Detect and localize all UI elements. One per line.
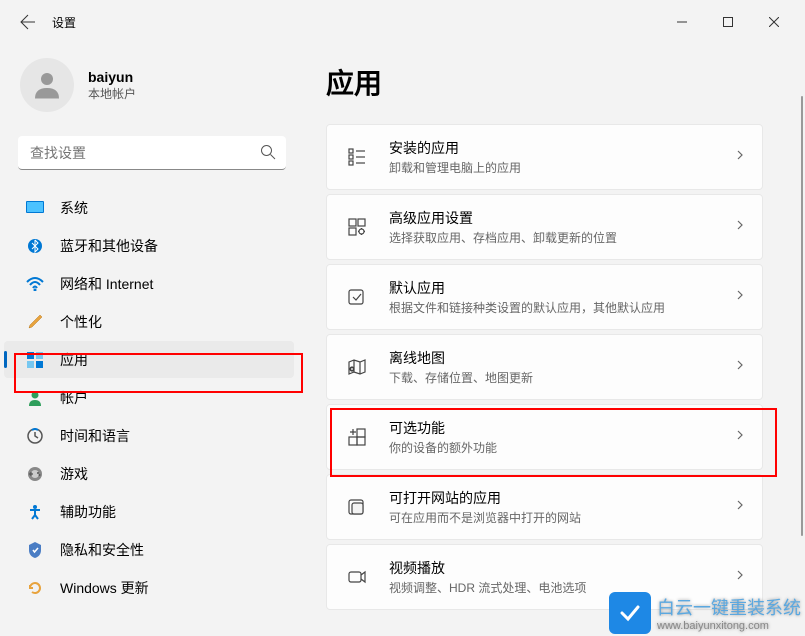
offline-maps-icon	[345, 355, 369, 379]
chevron-right-icon	[734, 288, 746, 306]
sidebar-item-personalize[interactable]: 个性化	[4, 303, 294, 340]
option-title: 可选功能	[389, 418, 734, 438]
installed-apps-icon	[345, 145, 369, 169]
apps-icon	[26, 351, 44, 369]
option-optional-features[interactable]: 可选功能你的设备的额外功能	[326, 404, 763, 470]
option-desc: 下载、存储位置、地图更新	[389, 369, 734, 386]
sidebar: baiyun 本地帐户 系统 蓝牙和其他设备 网络和 Internet	[0, 44, 304, 636]
chevron-right-icon	[734, 148, 746, 166]
option-offline-maps[interactable]: 离线地图下载、存储位置、地图更新	[326, 334, 763, 400]
sidebar-item-label: 网络和 Internet	[60, 274, 153, 294]
content-scrollbar[interactable]	[801, 44, 805, 636]
sidebar-item-accounts[interactable]: 帐户	[4, 379, 294, 416]
chevron-right-icon	[734, 218, 746, 236]
sidebar-item-label: 时间和语言	[60, 426, 130, 446]
option-title: 安装的应用	[389, 138, 734, 158]
update-icon	[26, 579, 44, 597]
option-desc: 选择获取应用、存档应用、卸载更新的位置	[389, 229, 734, 246]
page-title: 应用	[326, 62, 763, 102]
option-title: 离线地图	[389, 348, 734, 368]
chevron-right-icon	[734, 428, 746, 446]
sidebar-item-label: 帐户	[60, 388, 88, 408]
sidebar-item-label: 应用	[60, 350, 88, 370]
personalize-icon	[26, 313, 44, 331]
system-icon	[26, 199, 44, 217]
back-button[interactable]	[8, 2, 48, 42]
watermark-icon	[609, 592, 651, 634]
default-apps-icon	[345, 285, 369, 309]
accessibility-icon	[26, 503, 44, 521]
advanced-settings-icon	[345, 215, 369, 239]
network-icon	[26, 275, 44, 293]
sidebar-item-label: 辅助功能	[60, 502, 116, 522]
sidebar-item-apps[interactable]: 应用	[4, 341, 294, 378]
option-desc: 可在应用而不是浏览器中打开的网站	[389, 509, 734, 526]
gaming-icon	[26, 465, 44, 483]
sidebar-item-label: 游戏	[60, 464, 88, 484]
sidebar-item-label: 系统	[60, 198, 88, 218]
sidebar-item-gaming[interactable]: 游戏	[4, 455, 294, 492]
sidebar-item-update[interactable]: Windows 更新	[4, 569, 294, 606]
search-icon	[260, 144, 276, 165]
sidebar-item-network[interactable]: 网络和 Internet	[4, 265, 294, 302]
sidebar-item-label: 隐私和安全性	[60, 540, 144, 560]
sidebar-item-label: Windows 更新	[60, 578, 149, 598]
time-icon	[26, 427, 44, 445]
sidebar-item-time[interactable]: 时间和语言	[4, 417, 294, 454]
user-section[interactable]: baiyun 本地帐户	[0, 58, 304, 132]
content-area: 应用 安装的应用卸载和管理电脑上的应用 高级应用设置选择获取应用、存档应用、卸载…	[304, 44, 805, 636]
sidebar-item-label: 蓝牙和其他设备	[60, 236, 158, 256]
chevron-right-icon	[734, 568, 746, 586]
bluetooth-icon	[26, 237, 44, 255]
avatar	[20, 58, 74, 112]
watermark-main: 白云一键重装系统	[657, 594, 801, 620]
website-apps-icon	[345, 495, 369, 519]
option-title: 高级应用设置	[389, 208, 734, 228]
user-type: 本地帐户	[88, 85, 136, 102]
watermark-sub: www.baiyunxitong.com	[657, 620, 801, 632]
option-desc: 根据文件和链接种类设置的默认应用，其他默认应用	[389, 299, 734, 316]
sidebar-item-label: 个性化	[60, 312, 102, 332]
option-desc: 你的设备的额外功能	[389, 439, 734, 456]
maximize-button[interactable]	[705, 2, 751, 42]
video-playback-icon	[345, 565, 369, 589]
chevron-right-icon	[734, 498, 746, 516]
sidebar-item-system[interactable]: 系统	[4, 189, 294, 226]
option-desc: 卸载和管理电脑上的应用	[389, 159, 734, 176]
window-title: 设置	[52, 14, 76, 31]
option-advanced-settings[interactable]: 高级应用设置选择获取应用、存档应用、卸载更新的位置	[326, 194, 763, 260]
option-default-apps[interactable]: 默认应用根据文件和链接种类设置的默认应用，其他默认应用	[326, 264, 763, 330]
search-input[interactable]	[18, 136, 286, 170]
optional-features-icon	[345, 425, 369, 449]
option-website-apps[interactable]: 可打开网站的应用可在应用而不是浏览器中打开的网站	[326, 474, 763, 540]
option-title: 可打开网站的应用	[389, 488, 734, 508]
close-button[interactable]	[751, 2, 797, 42]
chevron-right-icon	[734, 358, 746, 376]
option-title: 默认应用	[389, 278, 734, 298]
option-title: 视频播放	[389, 558, 734, 578]
option-installed-apps[interactable]: 安装的应用卸载和管理电脑上的应用	[326, 124, 763, 190]
watermark: 白云一键重装系统 www.baiyunxitong.com	[609, 592, 801, 634]
sidebar-item-bluetooth[interactable]: 蓝牙和其他设备	[4, 227, 294, 264]
sidebar-item-privacy[interactable]: 隐私和安全性	[4, 531, 294, 568]
user-name: baiyun	[88, 69, 136, 85]
sidebar-item-accessibility[interactable]: 辅助功能	[4, 493, 294, 530]
minimize-button[interactable]	[659, 2, 705, 42]
accounts-icon	[26, 389, 44, 407]
privacy-icon	[26, 541, 44, 559]
